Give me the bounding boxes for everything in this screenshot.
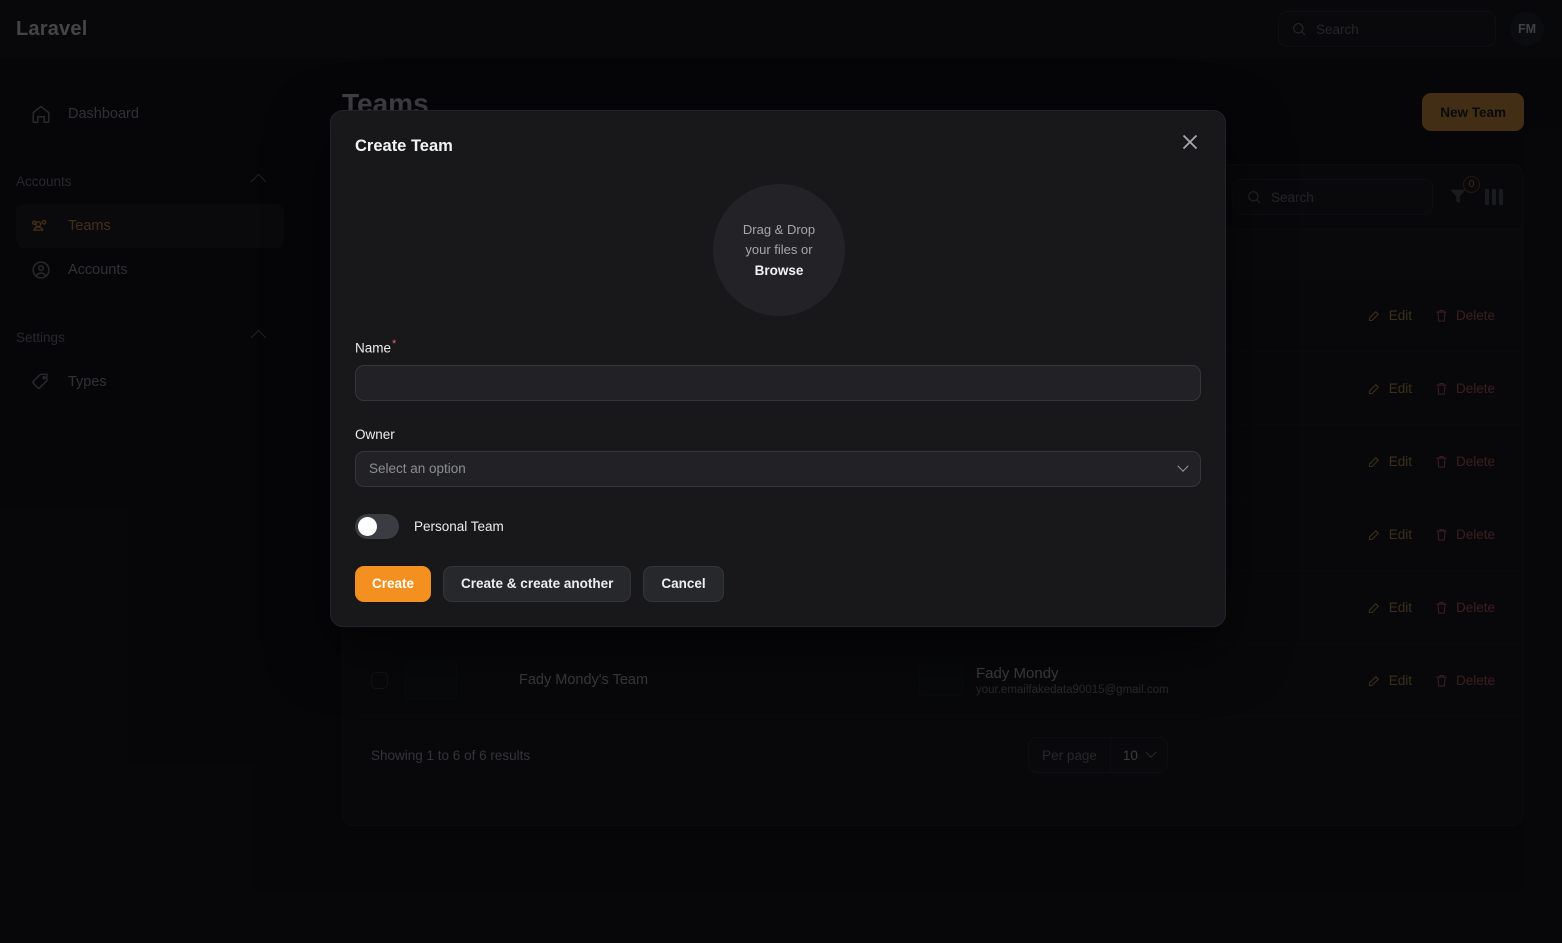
dropzone-line2: your files or xyxy=(745,241,813,257)
cancel-button[interactable]: Cancel xyxy=(643,565,724,602)
modal-header: Create Team xyxy=(331,111,1225,156)
dropzone-line1: Drag & Drop xyxy=(742,221,816,237)
name-input[interactable] xyxy=(355,364,1201,401)
toggle-knob xyxy=(358,516,377,536)
create-button[interactable]: Create xyxy=(355,565,432,602)
modal-body: Name* Owner Select an option Personal Te… xyxy=(355,338,1201,602)
personal-team-label: Personal Team xyxy=(414,518,504,534)
app-root: Laravel Search FM Dashboard Accounts xyxy=(0,0,1562,943)
modal-actions: Create Create & create another Cancel xyxy=(355,565,1201,602)
owner-select-placeholder: Select an option xyxy=(369,461,466,476)
modal-title: Create Team xyxy=(355,137,453,155)
name-field-label: Name* xyxy=(355,338,1201,356)
create-and-create-another-button[interactable]: Create & create another xyxy=(443,565,632,602)
browse-link[interactable]: Browse xyxy=(755,261,804,281)
chevron-down-icon xyxy=(1177,460,1189,472)
close-icon xyxy=(1182,134,1198,150)
file-dropzone[interactable]: Drag & Drop your files or Browse xyxy=(713,184,845,316)
personal-team-toggle[interactable] xyxy=(355,513,399,539)
personal-team-row: Personal Team xyxy=(355,513,1201,539)
owner-select[interactable]: Select an option xyxy=(355,450,1201,487)
owner-field-label: Owner xyxy=(355,426,395,442)
create-team-modal: Create Team Drag & Drop your files or Br… xyxy=(330,110,1226,627)
name-label-text: Name xyxy=(355,340,392,356)
close-button[interactable] xyxy=(1177,129,1203,155)
required-mark: * xyxy=(392,338,397,350)
